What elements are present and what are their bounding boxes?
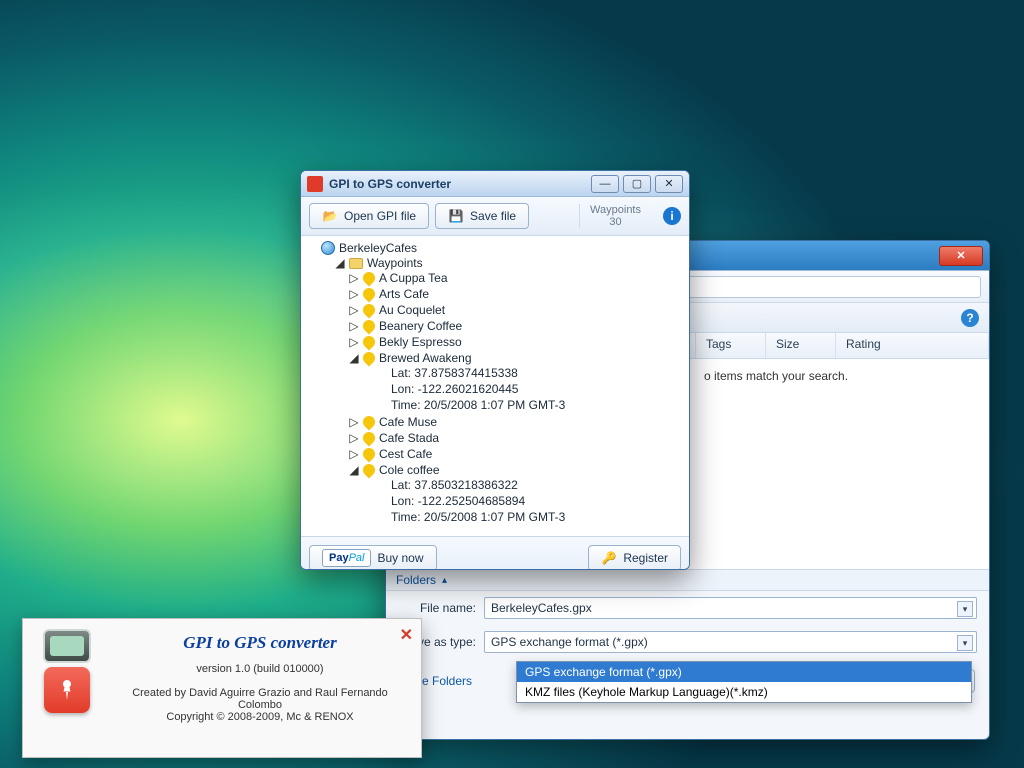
waypoint-detail: Lat: 37.8758374415338	[391, 366, 518, 380]
waypoint-detail: Time: 20/5/2008 1:07 PM GMT-3	[391, 510, 565, 524]
open-gpi-button[interactable]: 📂 Open GPI file	[309, 203, 429, 229]
waypoint-item[interactable]: Cafe Stada	[379, 431, 439, 445]
waypoint-detail: Lon: -122.252504685894	[391, 494, 525, 508]
tree-folder[interactable]: Waypoints	[367, 256, 423, 270]
pin-icon	[363, 432, 375, 444]
pin-icon	[363, 416, 375, 428]
expander-icon[interactable]: ▷	[349, 431, 359, 445]
expander-icon[interactable]: ▷	[349, 271, 359, 285]
empty-message: o items match your search.	[704, 369, 848, 383]
pin-icon	[363, 304, 375, 316]
option-gpx[interactable]: GPS exchange format (*.gpx)	[517, 662, 971, 682]
pin-icon	[363, 288, 375, 300]
expander-icon[interactable]: ▷	[349, 447, 359, 461]
expander-icon[interactable]: ▷	[349, 303, 359, 317]
waypoint-item[interactable]: Cole coffee	[379, 463, 440, 477]
filename-label: File name:	[398, 601, 476, 615]
col-rating[interactable]: Rating	[836, 333, 989, 358]
expander-icon[interactable]: ▷	[349, 415, 359, 429]
about-created: Created by David Aguirre Grazio and Raul…	[111, 687, 409, 711]
globe-icon	[321, 241, 335, 255]
close-button[interactable]: ✕	[655, 175, 683, 193]
savetype-row: Save as type: GPS exchange format (*.gpx…	[386, 625, 989, 659]
converter-footer: PayPal Buy now 🔑 Register	[301, 536, 689, 570]
waypoint-item[interactable]: Cest Cafe	[379, 447, 432, 461]
folders-toggle[interactable]: Folders ▴	[386, 569, 989, 591]
expander-icon[interactable]: ◢	[349, 351, 359, 365]
waypoint-detail: Lat: 37.8503218386322	[391, 478, 518, 492]
about-dialog: ✕ GPI to GPS converter version 1.0 (buil…	[22, 618, 422, 758]
expander-icon[interactable]: ◢	[335, 256, 345, 270]
option-kmz[interactable]: KMZ files (Keyhole Markup Language)(*.km…	[517, 682, 971, 702]
expander-icon[interactable]: ▷	[349, 335, 359, 349]
waypoint-item[interactable]: Arts Cafe	[379, 287, 429, 301]
buy-now-button[interactable]: PayPal Buy now	[309, 545, 437, 570]
pushpin-icon	[44, 667, 90, 713]
waypoint-item[interactable]: Au Coquelet	[379, 303, 445, 317]
waypoint-item[interactable]: A Cuppa Tea	[379, 271, 448, 285]
converter-toolbar: 📂 Open GPI file 💾 Save file Waypoints 30…	[301, 197, 689, 236]
expander-icon[interactable]: ▷	[349, 319, 359, 333]
col-tags[interactable]: Tags	[696, 333, 766, 358]
filename-row: File name: BerkeleyCafes.gpx ▾	[386, 591, 989, 625]
waypoint-detail: Lon: -122.26021620445	[391, 382, 518, 396]
key-icon: 🔑	[601, 550, 617, 566]
waypoint-item[interactable]: Cafe Muse	[379, 415, 437, 429]
info-icon[interactable]: i	[663, 207, 681, 225]
pin-icon	[363, 464, 375, 476]
pin-icon	[363, 320, 375, 332]
savetype-dropdown[interactable]: GPS exchange format (*.gpx) KMZ files (K…	[516, 661, 972, 703]
tree-root[interactable]: BerkeleyCafes	[339, 241, 417, 255]
waypoint-item[interactable]: Brewed Awakeng	[379, 351, 472, 365]
expander-icon[interactable]: ▷	[349, 287, 359, 301]
waypoint-detail: Time: 20/5/2008 1:07 PM GMT-3	[391, 398, 565, 412]
pin-icon	[363, 272, 375, 284]
waypoint-item[interactable]: Beanery Coffee	[379, 319, 462, 333]
save-close-button[interactable]: ✕	[939, 246, 983, 266]
paypal-icon: PayPal	[322, 549, 371, 567]
col-size[interactable]: Size	[766, 333, 836, 358]
expander-icon[interactable]: ◢	[349, 463, 359, 477]
folder-open-icon: 📂	[322, 208, 338, 224]
window-title: GPI to GPS converter	[329, 177, 451, 191]
pin-icon	[363, 336, 375, 348]
pin-icon	[363, 448, 375, 460]
filename-field[interactable]: BerkeleyCafes.gpx ▾	[484, 597, 977, 619]
save-file-button[interactable]: 💾 Save file	[435, 203, 529, 229]
chevron-up-icon: ▴	[442, 575, 447, 586]
converter-titlebar[interactable]: GPI to GPS converter — ▢ ✕	[301, 171, 689, 197]
waypoint-counter: Waypoints 30	[579, 204, 651, 228]
converter-window: GPI to GPS converter — ▢ ✕ 📂 Open GPI fi…	[300, 170, 690, 570]
about-title: GPI to GPS converter	[111, 633, 409, 653]
waypoint-item[interactable]: Bekly Espresso	[379, 335, 462, 349]
about-close-button[interactable]: ✕	[400, 625, 413, 645]
gps-device-icon	[43, 629, 91, 663]
about-version: version 1.0 (build 010000)	[111, 663, 409, 675]
help-icon[interactable]: ?	[961, 309, 979, 327]
about-copyright: Copyright © 2008-2009, Mc & RENOX	[111, 711, 409, 723]
app-icon	[307, 176, 323, 192]
register-button[interactable]: 🔑 Register	[588, 545, 681, 570]
folder-icon	[349, 258, 363, 269]
waypoint-tree[interactable]: BerkeleyCafes ◢ Waypoints ▷ A Cuppa Tea ▷ A…	[301, 236, 689, 536]
chevron-down-icon[interactable]: ▾	[957, 601, 973, 617]
maximize-button[interactable]: ▢	[623, 175, 651, 193]
savetype-field[interactable]: GPS exchange format (*.gpx) ▾	[484, 631, 977, 653]
floppy-icon: 💾	[448, 208, 464, 224]
minimize-button[interactable]: —	[591, 175, 619, 193]
chevron-down-icon[interactable]: ▾	[957, 635, 973, 651]
pin-icon	[363, 352, 375, 364]
